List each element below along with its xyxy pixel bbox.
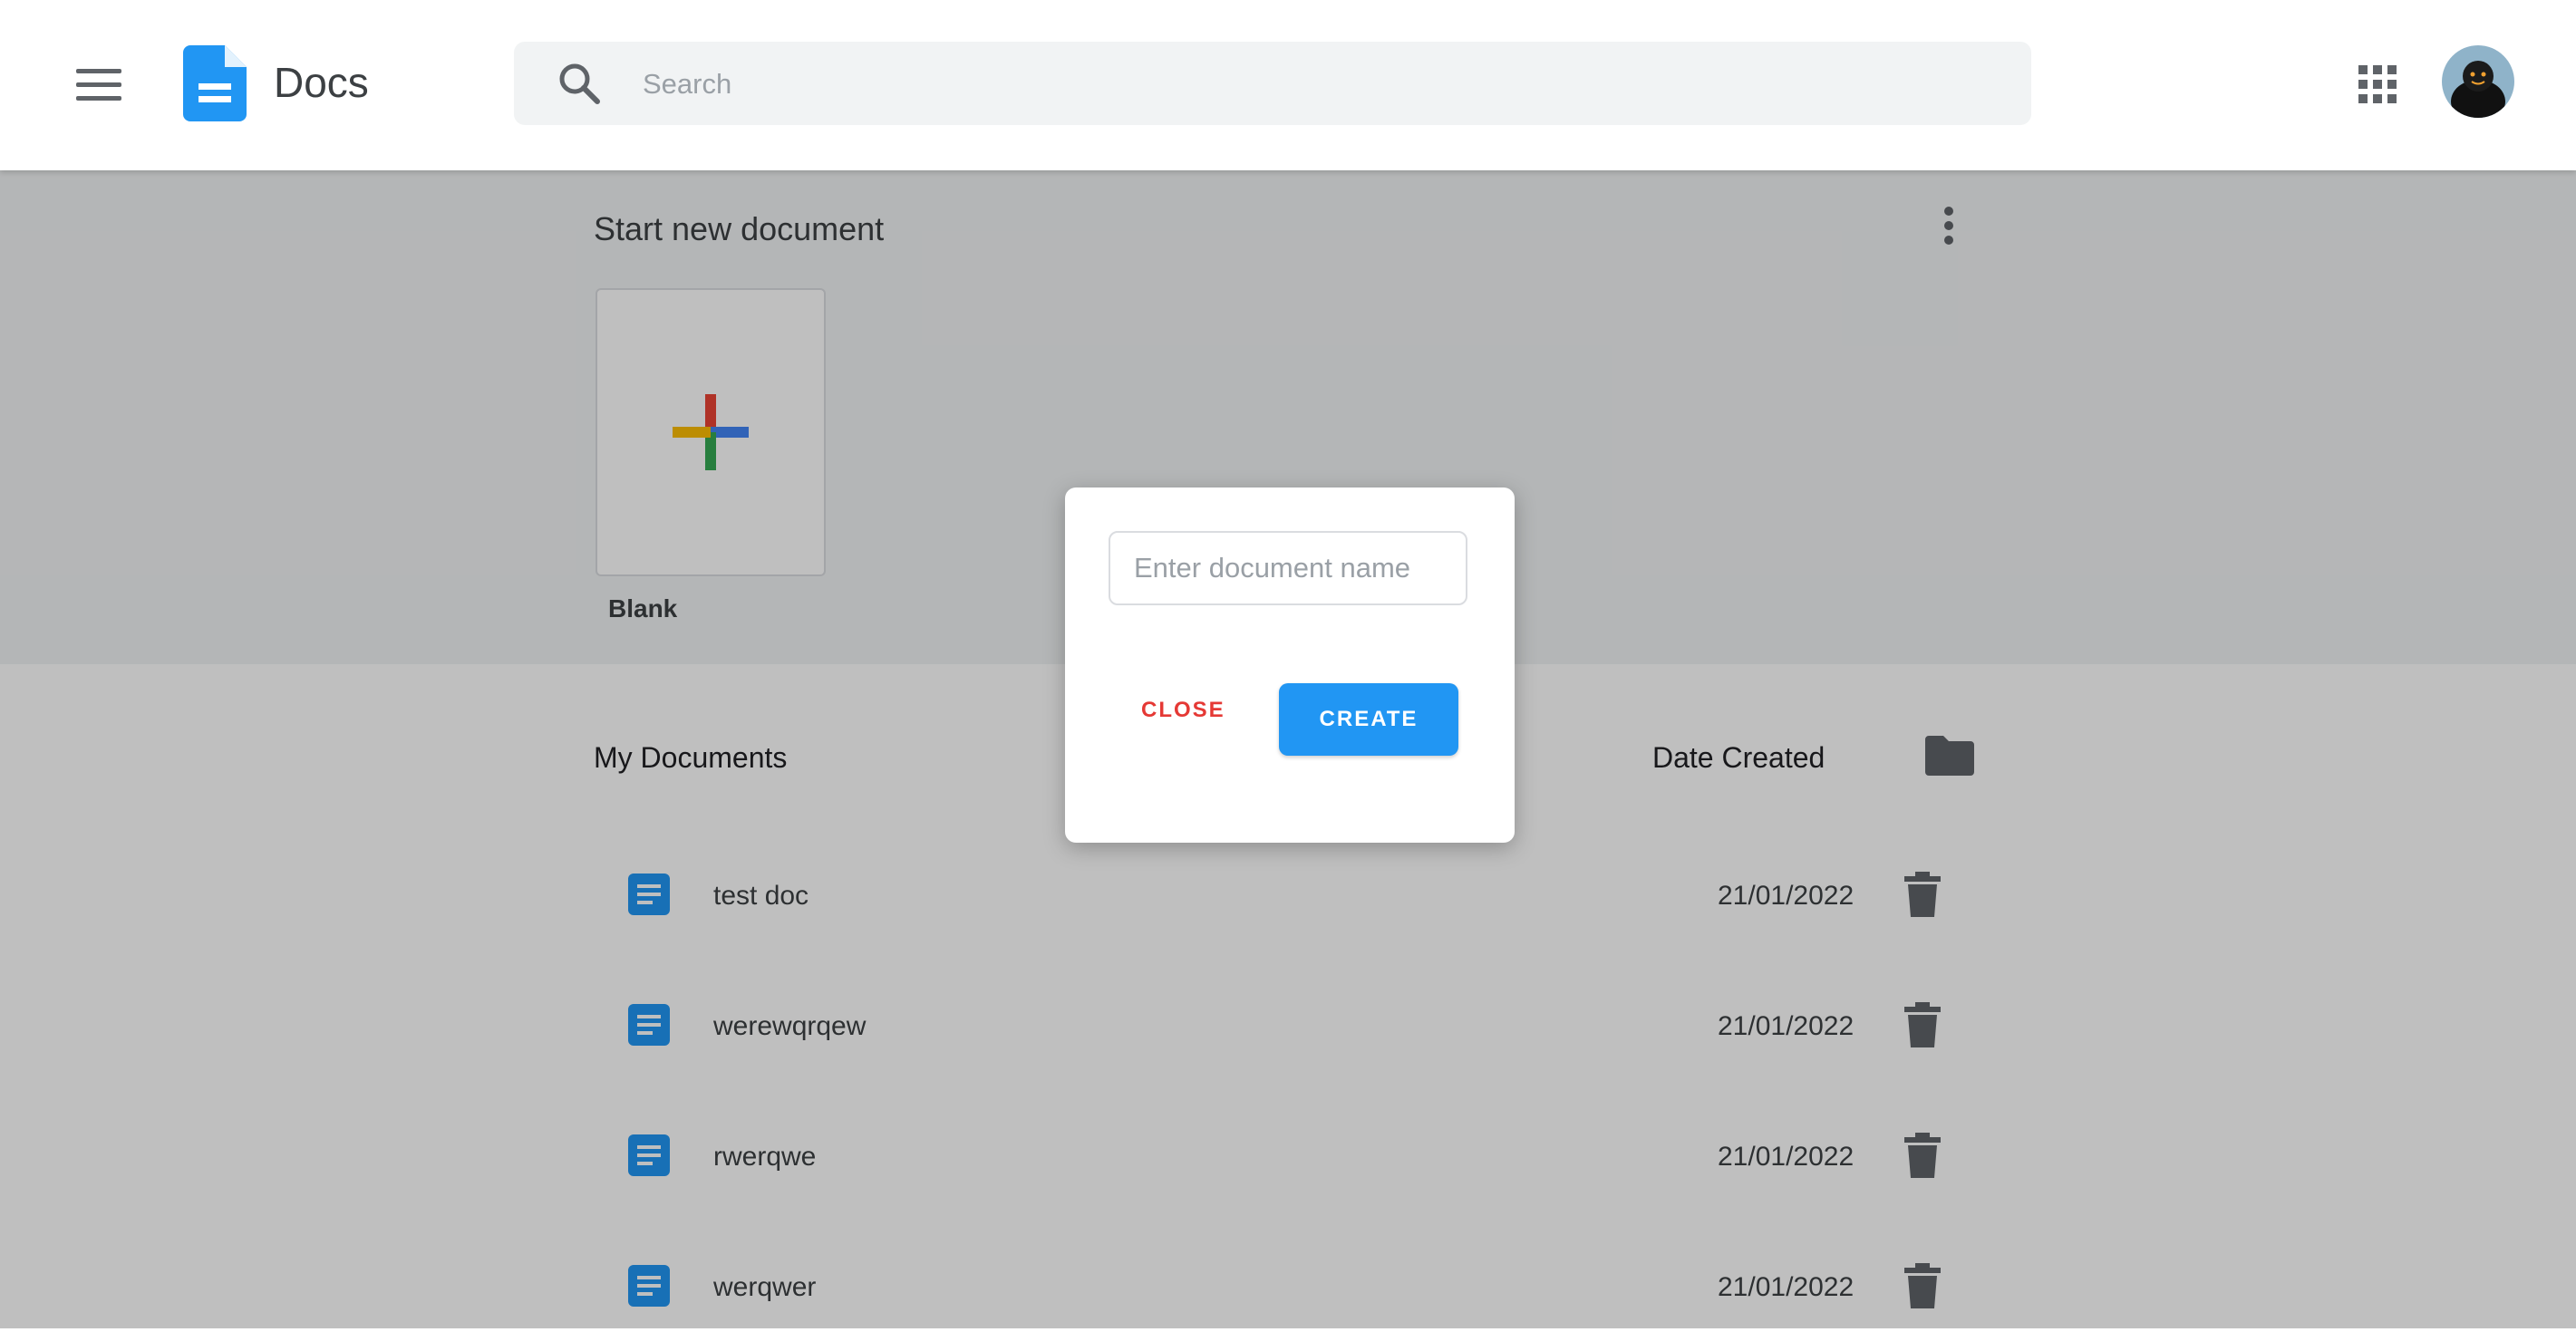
document-name-input[interactable] xyxy=(1109,531,1467,605)
docs-logo-icon xyxy=(183,45,247,121)
search-icon[interactable] xyxy=(556,60,603,107)
create-button[interactable]: CREATE xyxy=(1279,683,1458,756)
hamburger-menu-icon[interactable] xyxy=(76,69,121,101)
search-input[interactable] xyxy=(641,42,2004,127)
close-button[interactable]: CLOSE xyxy=(1136,683,1281,738)
search-bar[interactable] xyxy=(514,42,2031,127)
app-title: Docs xyxy=(274,59,369,106)
avatar[interactable] xyxy=(2442,45,2514,118)
new-document-dialog: CLOSE CREATE xyxy=(1065,487,1515,843)
apps-grid-icon[interactable] xyxy=(2358,65,2397,103)
top-app-bar: Docs xyxy=(0,0,2576,170)
